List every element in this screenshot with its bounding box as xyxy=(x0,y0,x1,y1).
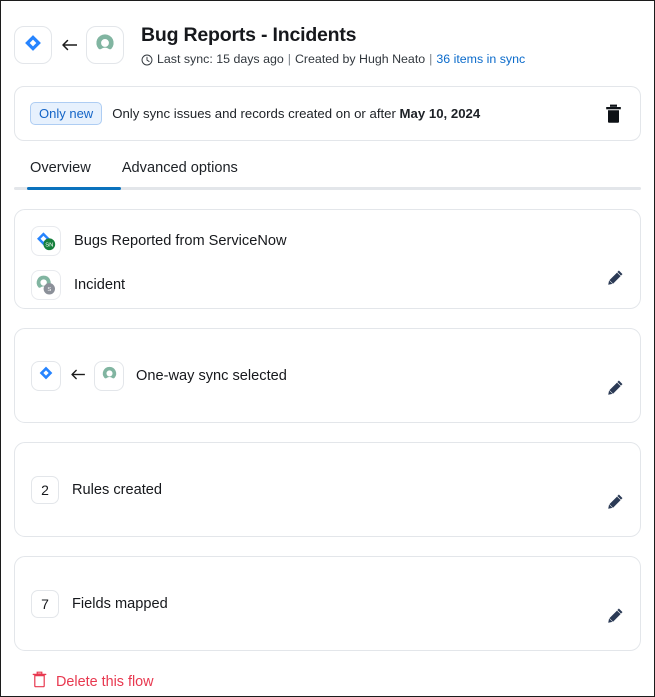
tab-advanced-options[interactable]: Advanced options xyxy=(108,160,252,187)
sync-right-app-tile xyxy=(94,360,124,391)
page-subtitle: Last sync: 15 days ago | Created by Hugh… xyxy=(141,52,525,66)
target-app-tile xyxy=(86,26,124,64)
tabs-section: Overview Advanced options xyxy=(14,160,641,191)
servicenow-icon xyxy=(101,365,118,387)
pencil-icon[interactable] xyxy=(607,269,624,286)
clock-icon xyxy=(141,54,153,66)
svg-text:S: S xyxy=(47,287,51,293)
tab-list: Overview Advanced options xyxy=(14,160,641,187)
trash-icon[interactable] xyxy=(602,103,624,125)
only-new-chip: Only new xyxy=(30,102,103,126)
meta-separator-2: | xyxy=(429,52,433,67)
card-sync-objects: SN Bugs Reported from ServiceNow S Incid… xyxy=(14,209,641,310)
card-sync-direction: One-way sync selected xyxy=(14,328,641,424)
flow-app-icons xyxy=(14,23,124,64)
svg-text:SN: SN xyxy=(45,243,53,249)
fields-count-badge: 7 xyxy=(31,589,59,618)
last-sync-text: Last sync: 15 days ago xyxy=(157,52,284,67)
banner-description: Only sync issues and records created on … xyxy=(112,106,480,121)
meta-separator-1: | xyxy=(287,52,291,67)
tab-active-indicator xyxy=(27,187,121,191)
pencil-icon[interactable] xyxy=(607,493,624,510)
arrow-left-icon xyxy=(70,367,85,384)
banner-date: May 10, 2024 xyxy=(399,106,481,122)
jira-icon xyxy=(23,33,43,58)
source-object-label: Bugs Reported from ServiceNow xyxy=(74,233,287,250)
arrow-left-icon xyxy=(61,37,77,54)
delete-flow-link[interactable]: Delete this flow xyxy=(14,671,154,692)
tab-underline-track xyxy=(14,187,641,191)
rules-count-badge: 2 xyxy=(31,475,59,504)
page-title: Bug Reports - Incidents xyxy=(141,24,357,46)
source-app-tile xyxy=(14,26,52,64)
fields-label: Fields mapped xyxy=(72,595,168,612)
servicenow-icon xyxy=(94,32,116,59)
card-rules-created: 2 Rules created xyxy=(14,442,641,538)
tab-overview[interactable]: Overview xyxy=(14,160,108,187)
sync-left-app-tile xyxy=(31,360,61,391)
only-new-banner: Only new Only sync issues and records cr… xyxy=(14,86,641,142)
sync-direction-label: One-way sync selected xyxy=(136,367,287,384)
banner-text-prefix: Only sync issues and records created on … xyxy=(112,106,400,122)
card-fields-mapped: 7 Fields mapped xyxy=(14,556,641,652)
page-header: Bug Reports - Incidents Last sync: 15 da… xyxy=(14,17,641,66)
sync-direction-icons xyxy=(31,360,124,391)
servicenow-incident-icon: S xyxy=(31,270,61,301)
rules-label: Rules created xyxy=(72,481,163,498)
created-by-text: Created by Hugh Neato xyxy=(294,52,426,67)
target-object-row: S Incident xyxy=(31,270,624,301)
flow-detail-page: Bug Reports - Incidents Last sync: 15 da… xyxy=(0,0,655,697)
header-text-block: Bug Reports - Incidents Last sync: 15 da… xyxy=(141,23,525,66)
target-object-label: Incident xyxy=(74,277,126,294)
trash-outline-icon xyxy=(32,671,47,692)
delete-flow-label: Delete this flow xyxy=(56,673,154,690)
pencil-icon[interactable] xyxy=(607,379,624,396)
jira-servicenow-project-icon: SN xyxy=(31,226,61,257)
jira-icon xyxy=(38,365,54,386)
pencil-icon[interactable] xyxy=(607,607,624,624)
source-object-row: SN Bugs Reported from ServiceNow xyxy=(31,226,624,257)
items-in-sync-link[interactable]: 36 items in sync xyxy=(436,52,525,66)
